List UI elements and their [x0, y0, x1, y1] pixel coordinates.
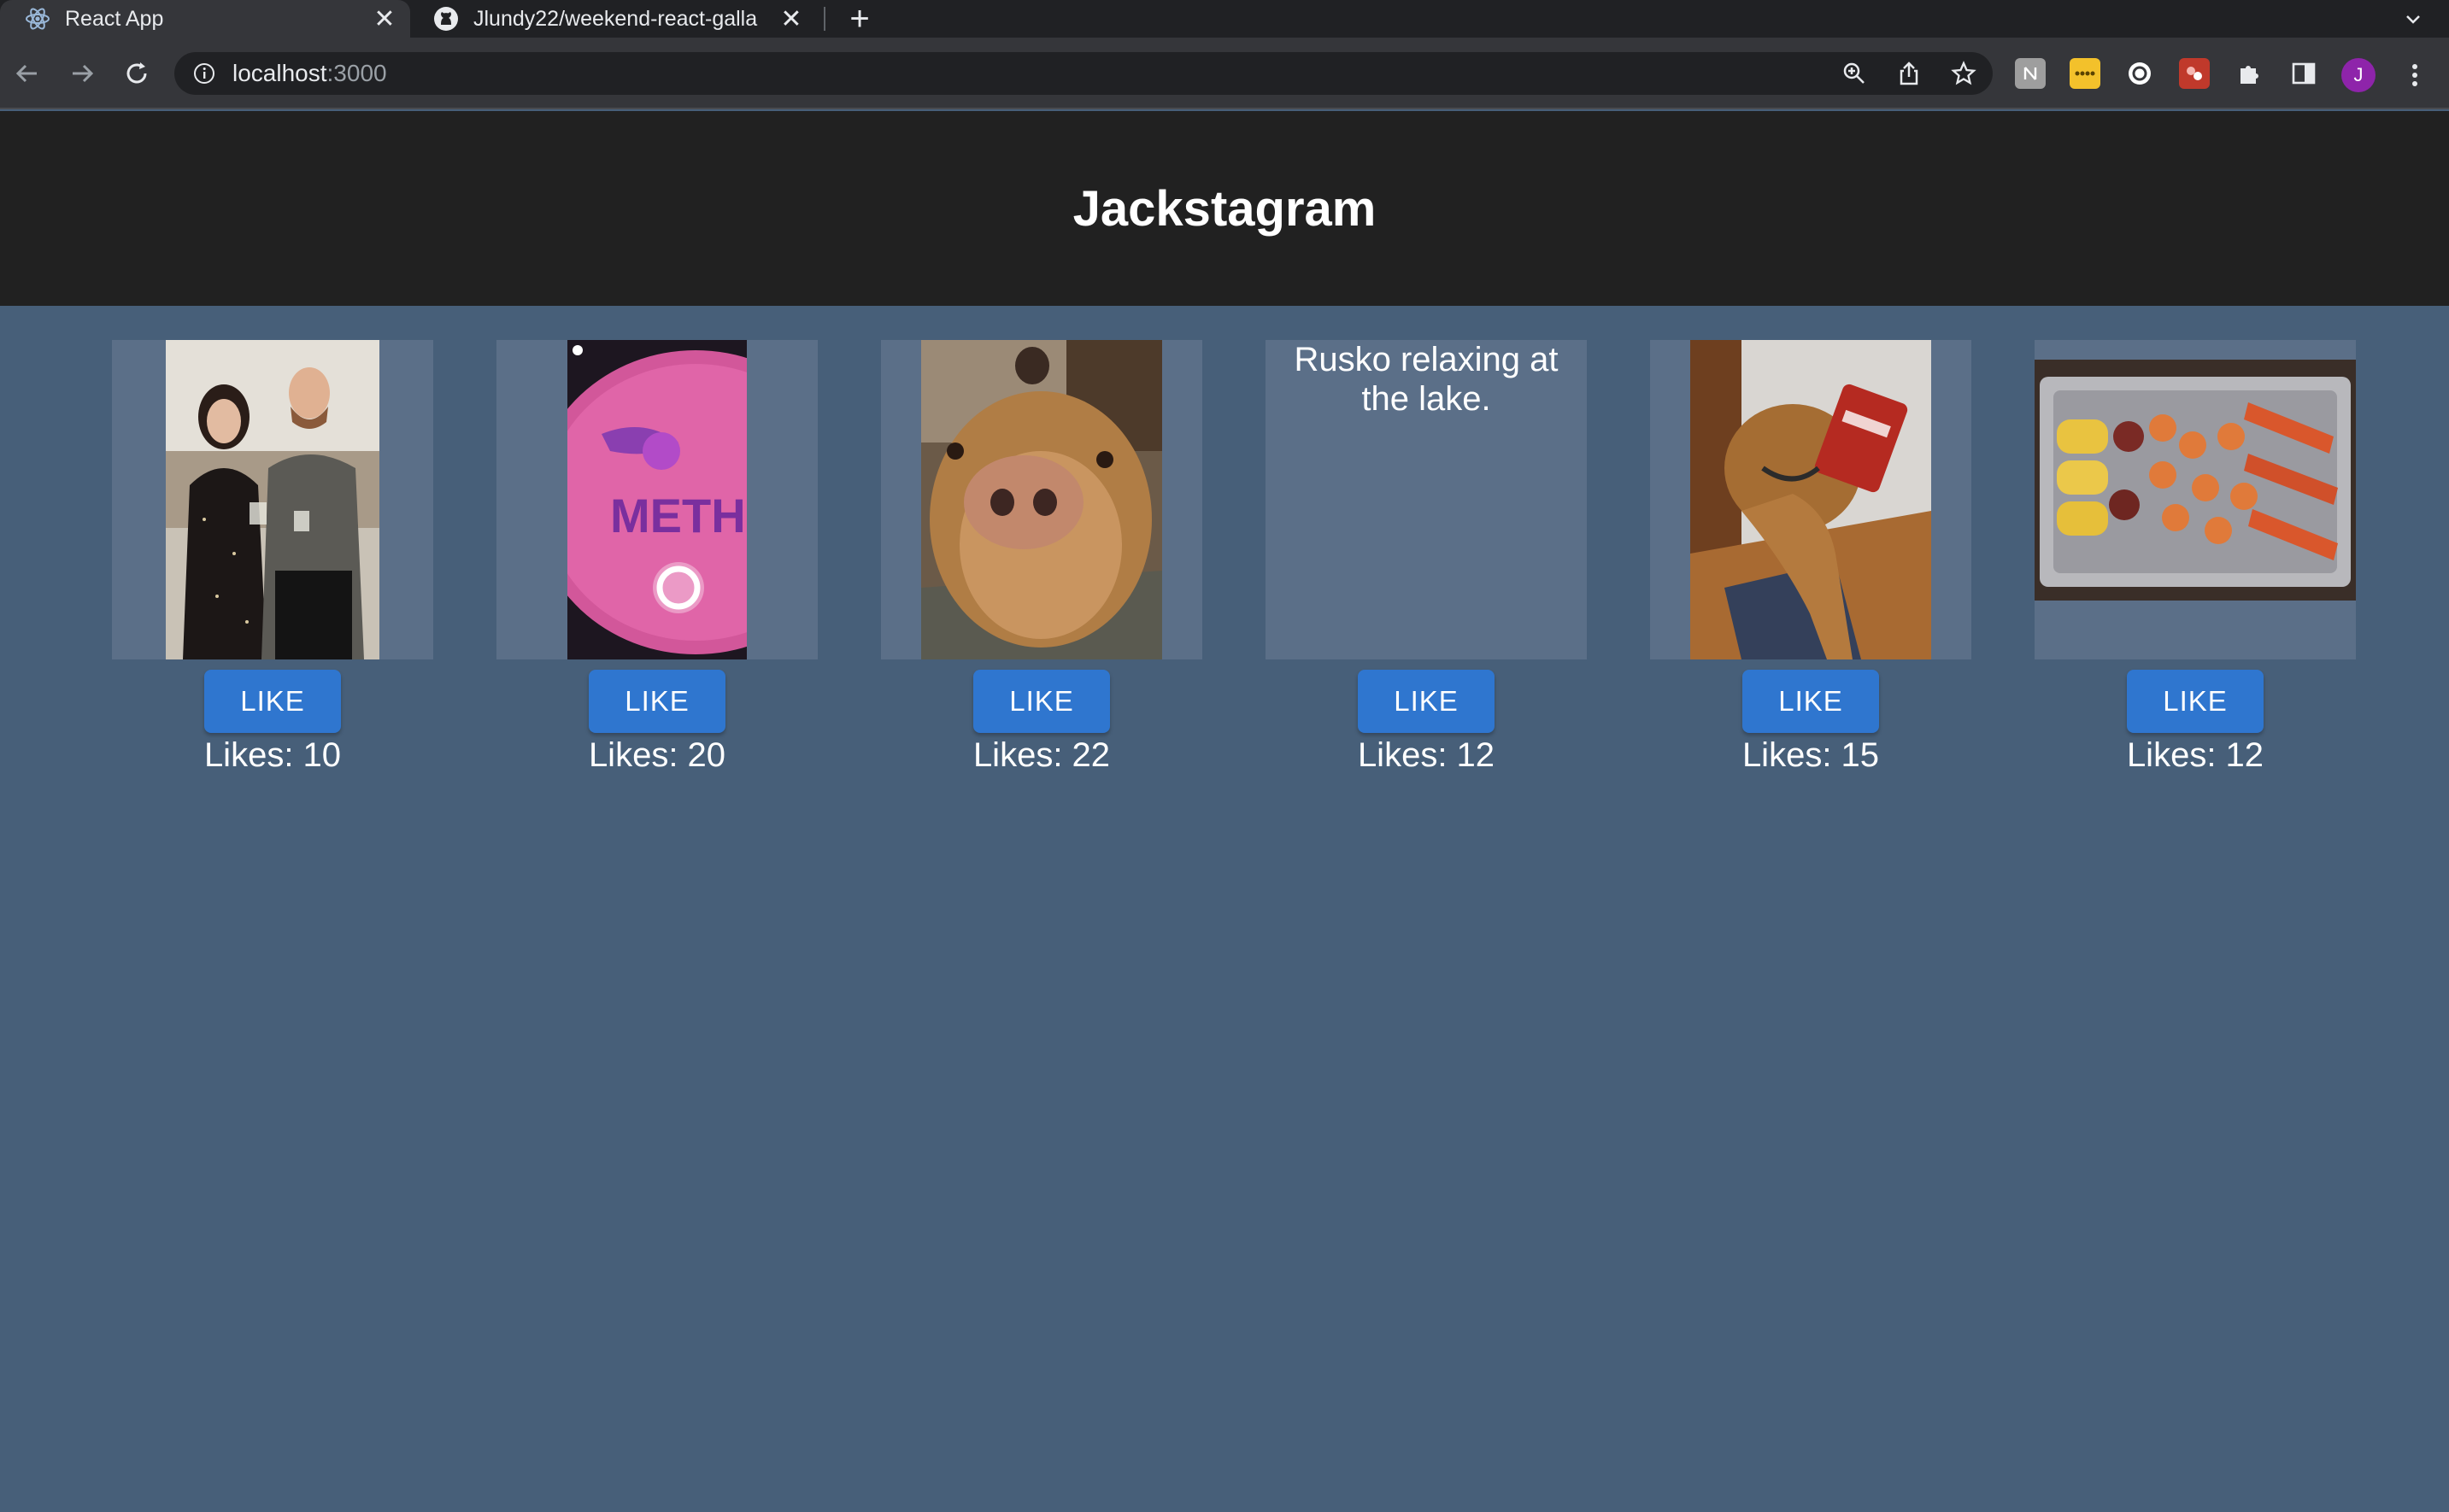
circle-ext-icon[interactable] [2124, 58, 2155, 89]
menu-kebab-icon[interactable] [2399, 58, 2430, 92]
gallery-item: LIKE Likes: 22 [881, 340, 1202, 775]
tab-react-app[interactable]: React App ✕ [0, 0, 410, 38]
url-text[interactable]: localhost:3000 [232, 60, 387, 87]
tab-github[interactable]: Jlundy22/weekend-react-galla ✕ [410, 0, 817, 38]
red-ext-icon[interactable] [2179, 58, 2210, 89]
browser-toolbar: localhost:3000 J [0, 38, 2449, 109]
like-button[interactable]: LIKE [2127, 670, 2264, 733]
image-description: Rusko relaxing at the lake. [1294, 341, 1559, 418]
gallery-image-frame[interactable]: METH [496, 340, 818, 659]
gallery-item: LIKE Likes: 15 [1650, 340, 1971, 775]
gallery-item: Rusko relaxing at the lake. LIKE Likes: … [1266, 340, 1587, 775]
likes-count: Likes: 15 [1741, 736, 1880, 774]
likes-count: Likes: 22 [972, 736, 1111, 774]
url-port: :3000 [326, 60, 387, 86]
tab-separator [824, 7, 825, 31]
like-button[interactable]: LIKE [1742, 670, 1879, 733]
dog-bag-photo [1690, 340, 1931, 659]
omnibox-actions [1835, 56, 1982, 91]
seafood-boil-photo [2035, 360, 2356, 601]
puzzle-extensions-icon[interactable] [2234, 58, 2264, 89]
close-tab-icon[interactable]: ✕ [367, 2, 402, 36]
side-panel-icon[interactable] [2288, 58, 2319, 89]
likes-count: Likes: 12 [2126, 736, 2264, 774]
browser-tab-bar: React App ✕ Jlundy22/weekend-react-galla… [0, 0, 2449, 38]
like-button[interactable]: LIKE [1358, 670, 1495, 733]
chevron-down-icon[interactable] [2398, 3, 2428, 34]
couple-photo [166, 340, 379, 659]
profile-avatar[interactable]: J [2341, 58, 2376, 92]
gallery-item: METH LIKE Likes: 20 [496, 340, 818, 775]
dog-closeup-photo [921, 340, 1162, 659]
gallery-image-frame[interactable] [112, 340, 433, 659]
reload-icon[interactable] [116, 53, 157, 94]
gallery-list: LIKE Likes: 10 METH LIKE Likes: 20 LIKE … [0, 340, 2449, 784]
share-icon[interactable] [1890, 56, 1928, 91]
like-button[interactable]: LIKE [973, 670, 1110, 733]
tab-title: React App [65, 6, 164, 31]
likes-count: Likes: 10 [203, 736, 342, 774]
gallery-item: LIKE Likes: 12 [2035, 340, 2356, 775]
likes-count: Likes: 20 [588, 736, 726, 774]
app-header: Jackstagram [0, 111, 2449, 306]
github-icon [432, 5, 460, 32]
info-icon[interactable] [191, 61, 217, 86]
back-icon[interactable] [7, 53, 48, 94]
like-button[interactable]: LIKE [589, 670, 725, 733]
address-bar[interactable]: localhost:3000 [174, 52, 1993, 95]
url-host: localhost [232, 60, 327, 86]
bookmark-star-icon[interactable] [1945, 56, 1982, 91]
gallery-item: LIKE Likes: 10 [112, 340, 433, 775]
react-icon [24, 5, 51, 32]
zoom-icon[interactable] [1835, 56, 1873, 91]
tab-title: Jlundy22/weekend-react-galla [473, 6, 758, 31]
close-tab-icon[interactable]: ✕ [774, 2, 808, 36]
likes-count: Likes: 12 [1357, 736, 1495, 774]
gallery-image-frame[interactable] [2035, 340, 2356, 659]
like-button[interactable]: LIKE [204, 670, 341, 733]
forward-icon[interactable] [62, 53, 103, 94]
gallery-image-frame[interactable] [881, 340, 1202, 659]
new-tab-icon[interactable]: + [841, 0, 878, 38]
notion-ext-icon[interactable] [2015, 58, 2046, 89]
password-ext-icon[interactable] [2070, 58, 2100, 89]
gallery-image-frame[interactable] [1650, 340, 1971, 659]
page-title: Jackstagram [1072, 180, 1377, 237]
gallery-image-frame[interactable]: Rusko relaxing at the lake. [1266, 340, 1587, 659]
disc-golf-photo: METH [567, 340, 747, 659]
svg-text:METH: METH [610, 489, 746, 542]
